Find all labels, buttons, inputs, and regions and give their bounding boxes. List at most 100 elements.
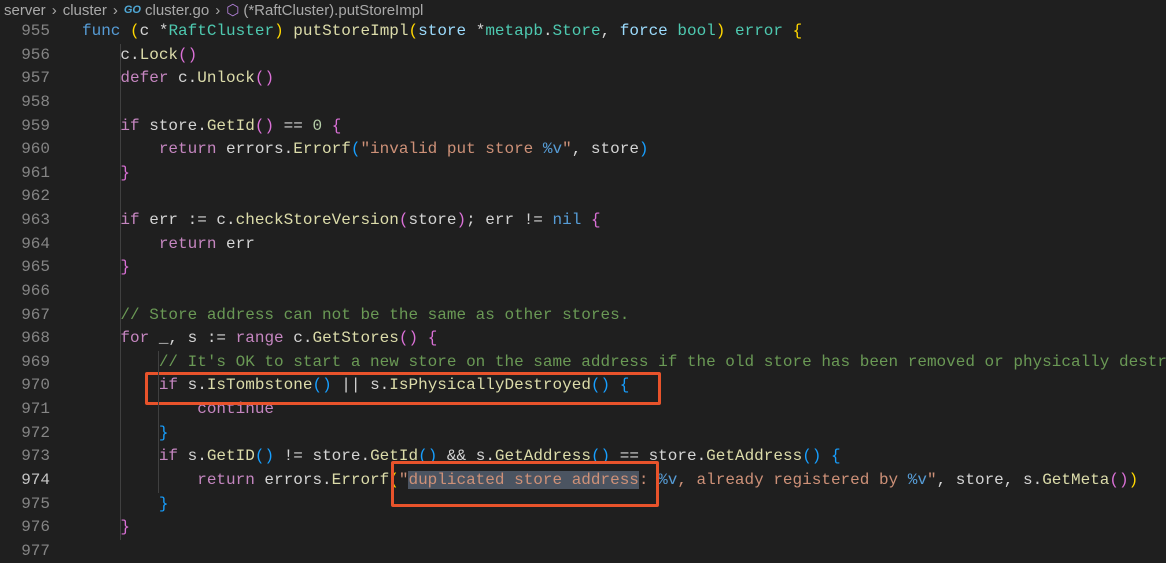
breadcrumb-symbol[interactable]: (*RaftCluster).putStoreImpl: [243, 2, 423, 19]
code-line[interactable]: 955 func (c *RaftCluster) putStoreImpl(st…: [0, 20, 1166, 44]
code-line[interactable]: 966: [0, 280, 1166, 304]
code-token: {: [792, 22, 803, 40]
code-token: if: [120, 116, 140, 135]
breadcrumb-file[interactable]: cluster.go: [145, 2, 209, 19]
code-token: ): [264, 447, 275, 466]
code-token: return: [197, 470, 255, 489]
code-line[interactable]: 960 return errors.Errorf("invalid put st…: [0, 138, 1166, 162]
code-line[interactable]: 964 return err: [0, 233, 1166, 257]
code-token: putStoreImpl: [293, 22, 409, 40]
breadcrumb-server[interactable]: server: [4, 2, 46, 19]
code-line[interactable]: 957 defer c.Unlock(): [0, 67, 1166, 91]
code-line[interactable]: 962: [0, 185, 1166, 209]
code-token: Unlock: [197, 69, 255, 88]
code-token: }: [158, 423, 169, 442]
code-token: return: [158, 140, 217, 159]
line-number: 967: [21, 305, 50, 324]
code-token: error: [735, 22, 784, 40]
code-token: metapb: [485, 22, 543, 40]
code-token: GetStores: [312, 329, 399, 348]
code-token: errors.: [216, 140, 294, 159]
code-token: return: [158, 234, 217, 253]
code-token: bool: [677, 22, 716, 40]
code-line[interactable]: 958: [0, 91, 1166, 115]
code-token: (: [408, 22, 419, 40]
code-token: errors.: [254, 470, 332, 489]
code-token: (: [802, 447, 812, 466]
highlight-box-tombstone-check: [145, 372, 661, 405]
code-line[interactable]: 968 for _, s := range c.GetStores() {: [0, 327, 1166, 351]
code-line[interactable]: 961 }: [0, 162, 1166, 186]
code-token: ): [274, 22, 284, 40]
code-token: ): [715, 22, 726, 40]
line-number: 974: [21, 470, 50, 489]
code-text: // It's OK to start a new store on the s…: [82, 351, 1166, 375]
code-token: *: [158, 22, 169, 40]
code-token: *: [475, 22, 486, 40]
code-token: ==: [274, 116, 313, 135]
code-text: return errors.Errorf("invalid put store …: [82, 138, 649, 162]
code-token: ): [638, 140, 649, 159]
line-number: 964: [21, 234, 50, 253]
line-number: 966: [21, 281, 50, 300]
code-token: for: [120, 329, 150, 348]
code-token: c.: [283, 329, 313, 348]
code-token: .: [542, 22, 553, 40]
line-number: 965: [21, 258, 50, 277]
code-token: {: [331, 116, 342, 135]
code-token: // It's OK to start a new store on the s…: [158, 352, 1166, 371]
code-token: %v: [542, 140, 563, 159]
code-token: if: [120, 211, 140, 229]
code-token: ": [562, 140, 572, 159]
code-token: err: [216, 234, 255, 253]
line-number: 969: [21, 352, 50, 371]
breadcrumb-cluster[interactable]: cluster: [63, 2, 107, 19]
code-token: ): [1128, 470, 1139, 489]
line-number: 958: [21, 92, 50, 111]
code-line[interactable]: 959 if store.GetId() == 0 {: [0, 115, 1166, 139]
code-text: }: [82, 493, 169, 517]
code-text: }: [82, 162, 130, 186]
code-line[interactable]: 969 // It's OK to start a new store on t…: [0, 351, 1166, 375]
code-line[interactable]: 963 if err := c.checkStoreVersion(store)…: [0, 209, 1166, 233]
code-token: ): [811, 447, 822, 466]
code-line[interactable]: 956 c.Lock(): [0, 44, 1166, 68]
code-token: ): [1119, 470, 1129, 489]
code-token: (: [398, 329, 409, 348]
line-number: 961: [21, 163, 50, 182]
line-number: 975: [21, 494, 50, 513]
line-number: 957: [21, 69, 50, 88]
code-token: {: [427, 329, 438, 348]
code-token: err := c.: [139, 211, 236, 229]
line-number: 960: [21, 140, 50, 159]
code-token: ; err !=: [466, 211, 553, 229]
code-token: force: [619, 22, 678, 40]
code-line[interactable]: 976 }: [0, 516, 1166, 540]
code-line[interactable]: 972 }: [0, 422, 1166, 446]
go-file-icon: GO: [123, 4, 141, 16]
code-token: if: [158, 447, 179, 466]
line-number: 955: [21, 22, 50, 40]
code-token: GetID: [206, 447, 255, 466]
code-line[interactable]: 965 }: [0, 256, 1166, 280]
code-text: }: [82, 422, 169, 446]
code-line[interactable]: 967 // Store address can not be the same…: [0, 304, 1166, 328]
code-token: Errorf: [293, 140, 351, 159]
line-number: 971: [21, 400, 50, 418]
code-token: store.: [139, 116, 207, 135]
line-number: 962: [21, 187, 50, 206]
code-token: GetId: [206, 116, 255, 135]
code-token: {: [590, 211, 601, 229]
code-token: (: [130, 22, 140, 40]
code-text: c.Lock(): [82, 44, 197, 68]
line-number: 968: [21, 329, 50, 348]
